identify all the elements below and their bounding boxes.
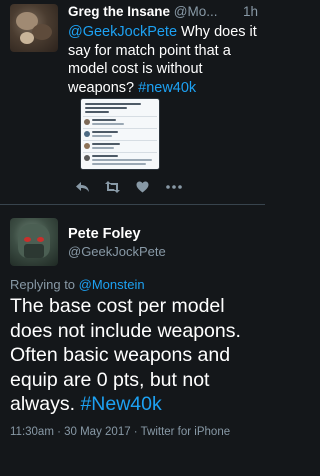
- replying-to-link[interactable]: @Monstein: [79, 277, 145, 292]
- heart-icon[interactable]: [132, 178, 152, 196]
- replying-to: Replying to @Monstein: [10, 277, 145, 292]
- tweet-original[interactable]: Greg the Insane @Mo... 1h @GeekJockPete …: [0, 0, 265, 205]
- tweet-text: @GeekJockPete Why does it say for match …: [68, 23, 260, 97]
- display-name[interactable]: Pete Foley: [68, 226, 141, 242]
- user-handle[interactable]: @Mo...: [174, 4, 218, 19]
- tweet-metadata[interactable]: 11:30am · 30 May 2017 · Twitter for iPho…: [10, 425, 260, 440]
- display-name[interactable]: Greg the Insane: [68, 4, 170, 19]
- hashtag-link[interactable]: #new40k: [138, 80, 196, 96]
- replying-to-label: Replying to: [10, 277, 79, 292]
- more-icon[interactable]: [164, 178, 184, 196]
- tweet-header: Greg the Insane @Mo... 1h: [68, 4, 258, 19]
- hashtag-link[interactable]: #New40k: [80, 393, 161, 415]
- mention-link[interactable]: @GeekJockPete: [68, 24, 177, 40]
- embedded-screenshot[interactable]: [80, 98, 160, 170]
- avatar[interactable]: [10, 4, 58, 52]
- retweet-icon[interactable]: [102, 178, 122, 196]
- reply-icon[interactable]: [72, 178, 92, 196]
- tweet-actions: [72, 178, 192, 196]
- avatar[interactable]: [10, 218, 58, 266]
- user-handle[interactable]: @GeekJockPete: [68, 244, 166, 259]
- tweet-text: The base cost per model does not include…: [10, 294, 262, 417]
- tweet-reply[interactable]: Pete Foley @GeekJockPete Replying to @Mo…: [0, 206, 265, 476]
- tweet-timestamp[interactable]: 1h: [243, 4, 258, 19]
